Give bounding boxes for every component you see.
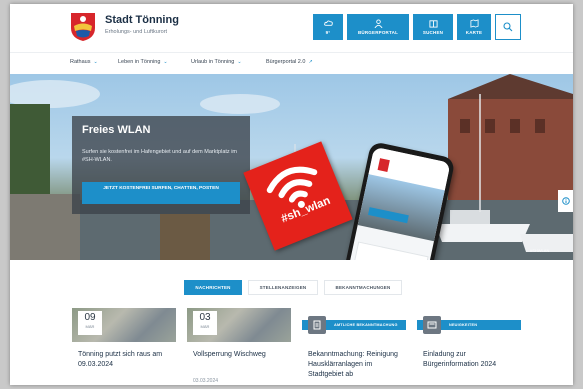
karte-label: KARTE (465, 30, 483, 35)
karte-button[interactable]: KARTE (457, 14, 491, 40)
card-title[interactable]: Vollsperrung Wischweg (193, 350, 287, 360)
phone-logo-icon (377, 158, 390, 172)
buergerportal-label: BÜRGERPORTAL (357, 30, 399, 35)
nav-item-buergerportal[interactable]: Bürgerportal 2.0 ↗ (266, 59, 313, 65)
site-header: Stadt Tönning Erholungs- und Luftkurort … (10, 4, 573, 52)
card-title[interactable]: Bekanntmachung: Reinigung Hausklärranlag… (308, 350, 402, 380)
map-icon (469, 19, 479, 28)
side-info-tab[interactable] (558, 190, 573, 212)
suchen-button[interactable]: SUCHEN (413, 14, 453, 40)
weather-button[interactable]: 9° (313, 14, 343, 40)
site-subtitle: Erholungs- und Luftkurort (105, 29, 168, 35)
nav-label: Urlaub in Tönning (191, 59, 235, 65)
card-date: 03.03.2024 (193, 378, 219, 384)
news-tabs: NACHRICHTEN STELLENANZEIGEN BEKANNTMACHU… (10, 280, 573, 296)
date-month: MÄR (200, 324, 210, 329)
weather-label: 9° (325, 30, 331, 35)
person-icon (374, 19, 382, 28)
news-card[interactable]: AMTLICHE BEKANNTMACHUNG Bekanntmachung: … (302, 308, 406, 385)
tab-bekanntmachungen[interactable]: BEKANNTMACHUNGEN (324, 280, 402, 295)
suchen-label: SUCHEN (422, 30, 444, 35)
news-icon (423, 316, 441, 334)
date-day: 09 (84, 312, 96, 323)
hero-cta-button[interactable]: JETZT KOSTENFREI SURFEN, CHATTEN, POSTEN (82, 182, 240, 204)
news-card[interactable]: 03 MÄR Vollsperrung Wischweg 03.03.2024 (187, 308, 291, 385)
nav-item-urlaub[interactable]: Urlaub in Tönning ⌄ (191, 59, 242, 65)
tab-nachrichten[interactable]: NACHRICHTEN (184, 280, 242, 295)
town-crest-logo[interactable] (70, 12, 96, 42)
news-card[interactable]: 09 MÄR Tönning putzt sich raus am 09.03.… (72, 308, 176, 385)
building-icon (428, 20, 438, 28)
chevron-down-icon: ⌄ (163, 59, 168, 65)
card-image: 03 MÄR (187, 308, 291, 342)
tab-stellenanzeigen[interactable]: STELLENANZEIGEN (248, 280, 318, 295)
info-icon (561, 197, 570, 205)
buergerportal-button[interactable]: BÜRGERPORTAL (347, 14, 409, 40)
date-month: MÄR (85, 324, 95, 329)
card-title[interactable]: Tönning putzt sich raus am 09.03.2024 (78, 350, 172, 370)
date-day: 03 (199, 312, 211, 323)
site-title[interactable]: Stadt Tönning (105, 14, 179, 26)
hero-card: Freies WLAN Surfen sie kostenfrei im Haf… (72, 116, 250, 214)
news-card[interactable]: NEUIGKEITEN Einladung zur Bürgerinformat… (417, 308, 521, 385)
external-link-icon: ↗ (308, 59, 313, 65)
main-nav: Rathaus ⌄ Leben in Tönning ⌄ Urlaub in Tön… (10, 52, 573, 75)
chevron-down-icon: ⌄ (237, 59, 242, 65)
announcement-icon (308, 316, 326, 334)
photo-credit: #SHWLAN (530, 248, 550, 253)
cloud-icon (323, 20, 333, 26)
hero-title: Freies WLAN (82, 124, 151, 136)
chevron-down-icon: ⌄ (93, 59, 98, 65)
date-badge: 09 MÄR (78, 311, 102, 335)
date-badge: 03 MÄR (193, 311, 217, 335)
card-title[interactable]: Einladung zur Bürgerinformation 2024 (423, 350, 517, 370)
browser-page: Stadt Tönning Erholungs- und Luftkurort … (10, 4, 573, 385)
search-icon (503, 22, 513, 32)
nav-label: Bürgerportal 2.0 (266, 59, 306, 65)
phone-card (353, 241, 429, 260)
hero-text: Surfen sie kostenfrei im Hafengebiet und… (82, 149, 237, 163)
search-button[interactable] (495, 14, 521, 40)
card-image: 09 MÄR (72, 308, 176, 342)
nav-label: Leben in Tönning (118, 59, 161, 65)
hero-banner: Freies WLAN Surfen sie kostenfrei im Haf… (10, 74, 573, 260)
nav-item-leben[interactable]: Leben in Tönning ⌄ (118, 59, 168, 65)
nav-item-rathaus[interactable]: Rathaus ⌄ (70, 59, 98, 65)
nav-label: Rathaus (70, 59, 91, 65)
